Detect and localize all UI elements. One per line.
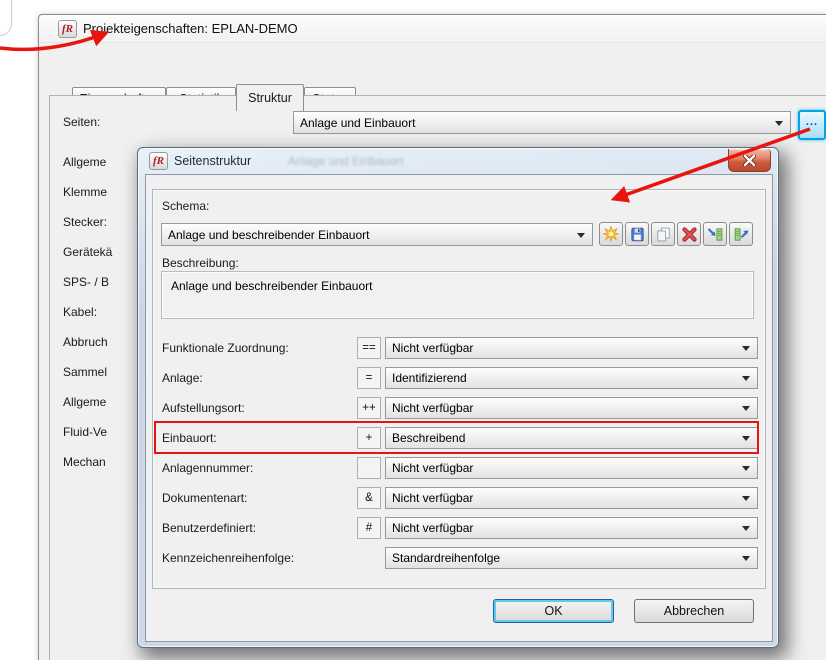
copy-schema-button[interactable] — [651, 222, 675, 246]
benutzerdefiniert-prefix: # — [357, 517, 381, 539]
copy-icon — [656, 227, 670, 241]
dokumentenart-label: Dokumentenart: — [162, 491, 248, 505]
schema-label: Schema: — [162, 199, 210, 213]
benutzerdefiniert-label: Benutzerdefiniert: — [162, 521, 257, 535]
seitenstruktur-dialog: fR Seitenstruktur Anlage und Einbauort S… — [137, 147, 779, 648]
kennzeichenreihenfolge-label: Kennzeichenreihenfolge: — [162, 551, 295, 565]
glass-ghost-text: Anlage und Einbauort — [288, 154, 404, 168]
cancel-button[interactable]: Abbrechen — [634, 599, 754, 623]
seiten-label: Seiten: — [63, 115, 101, 129]
close-button[interactable] — [728, 149, 771, 172]
anlage-prefix: = — [357, 367, 381, 389]
schema-combobox[interactable]: Anlage und beschreibender Einbauort — [161, 223, 593, 246]
einbauort-combobox[interactable]: Beschreibend — [385, 427, 758, 449]
row-label-fluid: Fluid-Ve — [63, 425, 108, 439]
dialog-titlebar[interactable]: fR Seitenstruktur — [139, 148, 777, 174]
import-icon — [707, 227, 722, 241]
screenshot-stage: fR Projekteigenschaften: EPLAN-DEMO Eige… — [0, 0, 826, 660]
export-schema-button[interactable] — [729, 222, 753, 246]
window-titlebar[interactable]: fR Projekteigenschaften: EPLAN-DEMO — [39, 15, 826, 43]
row-label-sps-bus: SPS- / B — [63, 275, 110, 289]
row-label-abbruchstellen: Abbruch — [63, 335, 108, 349]
background-window-corner — [0, 0, 12, 36]
chevron-down-icon — [742, 376, 750, 381]
funktionale-zuordnung-label: Funktionale Zuordnung: — [162, 341, 289, 355]
row-label-klemmen: Klemme — [63, 185, 108, 199]
einbauort-label: Einbauort: — [162, 431, 217, 445]
dialog-client-area: Schema: Anlage und beschreibender Einbau… — [145, 174, 773, 642]
chevron-down-icon — [742, 556, 750, 561]
kennzeichenreihenfolge-combobox[interactable]: Standardreihenfolge — [385, 547, 758, 569]
save-floppy-icon — [630, 227, 644, 241]
chevron-down-icon — [742, 526, 750, 531]
anlage-label: Anlage: — [162, 371, 203, 385]
delete-schema-button[interactable] — [677, 222, 701, 246]
chevron-down-icon — [775, 121, 783, 126]
benutzerdefiniert-combobox[interactable]: Nicht verfügbar — [385, 517, 758, 539]
anlagennummer-combobox[interactable]: Nicht verfügbar — [385, 457, 758, 479]
row-label-kabel: Kabel: — [63, 305, 98, 319]
aufstellungsort-prefix: ++ — [357, 397, 381, 419]
row-label-mechanik: Mechan — [63, 455, 106, 469]
row-label-stecker: Stecker: — [63, 215, 108, 229]
description-box[interactable]: Anlage und beschreibender Einbauort — [161, 271, 754, 319]
row-label-allgemein-2: Allgeme — [63, 395, 107, 409]
dokumentenart-prefix: & — [357, 487, 381, 509]
seiten-browse-button[interactable]: ... — [798, 110, 826, 140]
save-schema-button[interactable] — [625, 222, 649, 246]
delete-x-icon — [681, 226, 697, 242]
row-label-sammelschienen: Sammel — [63, 365, 108, 379]
new-schema-button[interactable] — [599, 222, 623, 246]
eplan-app-icon: fR — [58, 19, 77, 38]
aufstellungsort-combobox[interactable]: Nicht verfügbar — [385, 397, 758, 419]
eplan-app-icon: fR — [149, 152, 168, 170]
seiten-combobox[interactable]: Anlage und Einbauort — [293, 111, 791, 134]
import-schema-button[interactable] — [703, 222, 727, 246]
chevron-down-icon — [742, 406, 750, 411]
beschreibung-label: Beschreibung: — [162, 256, 239, 270]
row-label-allgemein-1: Allgeme — [63, 155, 107, 169]
row-label-geraetekaesten: Gerätekä — [63, 245, 113, 259]
chevron-down-icon — [742, 346, 750, 351]
dialog-title: Seitenstruktur — [174, 154, 252, 168]
anlage-combobox[interactable]: Identifizierend — [385, 367, 758, 389]
chevron-down-icon — [742, 466, 750, 471]
dokumentenart-combobox[interactable]: Nicht verfügbar — [385, 487, 758, 509]
aufstellungsort-label: Aufstellungsort: — [162, 401, 245, 415]
export-icon — [734, 227, 748, 241]
funktionale-zuordnung-combobox[interactable]: Nicht verfügbar — [385, 337, 758, 359]
tab-struktur[interactable]: Struktur — [236, 84, 304, 111]
anlagennummer-label: Anlagennummer: — [162, 461, 254, 475]
anlagennummer-prefix — [357, 457, 381, 479]
new-sunburst-icon — [603, 225, 619, 242]
chevron-down-icon — [577, 233, 585, 238]
close-icon — [743, 154, 756, 166]
chevron-down-icon — [742, 496, 750, 501]
chevron-down-icon — [742, 436, 750, 441]
ok-button[interactable]: OK — [493, 599, 614, 623]
window-title: Projekteigenschaften: EPLAN-DEMO — [83, 21, 298, 36]
einbauort-prefix: + — [357, 427, 381, 449]
funktionale-zuordnung-prefix: == — [357, 337, 381, 359]
